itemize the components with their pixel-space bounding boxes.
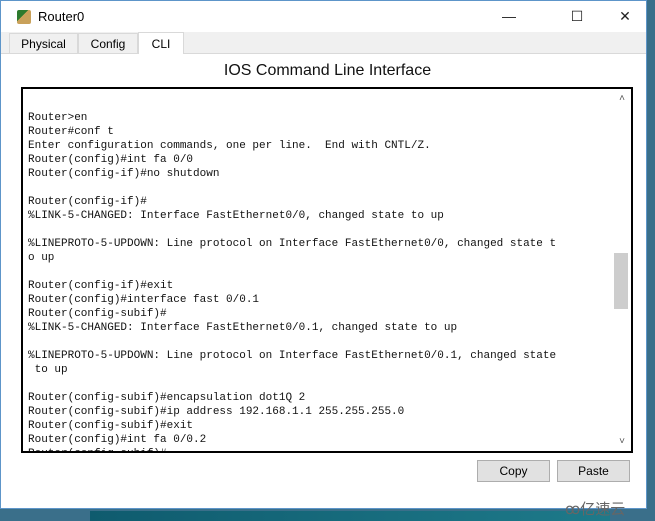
terminal-line: Router(config)#int fa 0/0 — [28, 154, 194, 166]
terminal-line: Router(config-if)#no shutdown — [28, 168, 220, 180]
terminal-line: %LINEPROTO-5-UPDOWN: Line protocol on In… — [28, 350, 557, 362]
terminal-line: Router(config-subif)# — [28, 447, 556, 451]
terminal-scrollbar[interactable]: ˄ ˅ — [613, 89, 631, 451]
copy-button[interactable]: Copy — [477, 460, 550, 482]
router-app-icon — [17, 9, 31, 24]
taskbar — [90, 511, 610, 521]
close-button[interactable]: ✕ — [605, 1, 645, 31]
terminal-line: %LINEPROTO-5-UPDOWN: Line protocol on In… — [28, 238, 557, 250]
terminal-line: Router(config-if)# — [28, 196, 147, 208]
tab-bar: Physical Config CLI — [1, 32, 646, 54]
scrollbar-thumb[interactable] — [614, 253, 628, 309]
terminal-line: %LINK-5-CHANGED: Interface FastEthernet0… — [28, 210, 444, 222]
terminal-line: Router(config-if)#exit — [28, 280, 174, 292]
terminal-line: %LINK-5-CHANGED: Interface FastEthernet0… — [28, 322, 458, 334]
terminal-line: o up — [28, 252, 55, 264]
scroll-down-icon[interactable]: ˅ — [613, 436, 631, 447]
terminal-line: Router(config)#interface fast 0/0.1 — [28, 294, 260, 306]
window-title: Router0 — [38, 9, 85, 24]
terminal-line: Router(config-subif)#exit — [28, 420, 194, 432]
terminal-line: Router(config-subif)#ip address 192.168.… — [28, 406, 405, 418]
scroll-up-icon[interactable]: ˄ — [613, 93, 631, 104]
page-title: IOS Command Line Interface — [223, 62, 432, 79]
terminal-line: Router#conf t — [28, 126, 114, 138]
paste-button[interactable]: Paste — [557, 460, 630, 482]
terminal-output[interactable]: Router>en Router#conf t Enter configuratio… — [28, 97, 557, 451]
terminal-line: Router(config-subif)#encapsulation dot1Q… — [28, 392, 306, 404]
watermark-logo: ꝏ亿速云 — [565, 501, 626, 518]
tab-physical[interactable]: Physical — [9, 33, 78, 53]
tab-cli[interactable]: CLI — [138, 32, 184, 54]
maximize-button[interactable]: ☐ — [557, 1, 597, 31]
tab-config[interactable]: Config — [78, 33, 138, 53]
cli-terminal[interactable]: Router>en Router#conf t Enter configuratio… — [21, 87, 633, 453]
minimize-button[interactable]: — — [489, 1, 529, 31]
terminal-line: Router(config)#int fa 0/0.2 — [28, 434, 207, 446]
terminal-line: Router(config-subif)# — [28, 308, 167, 320]
title-bar: Router0 — ☐ ✕ — [1, 1, 646, 32]
terminal-line: Router>en — [28, 112, 88, 124]
terminal-line: Enter configuration commands, one per li… — [28, 140, 431, 152]
terminal-line: to up — [28, 364, 68, 376]
